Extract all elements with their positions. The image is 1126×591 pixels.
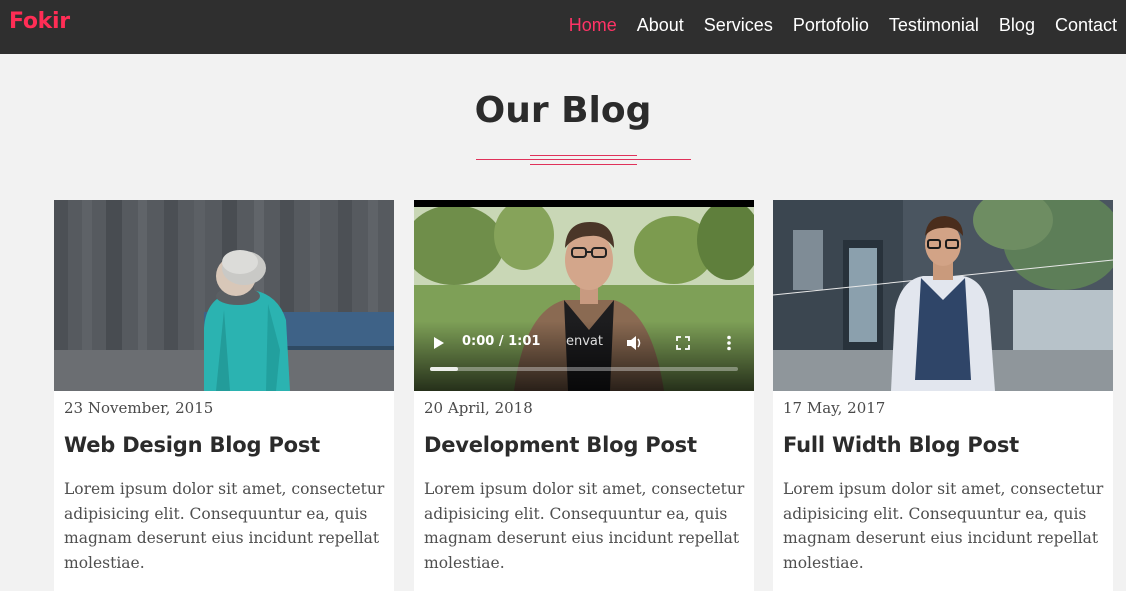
nav-item-portofolio[interactable]: Portofolio bbox=[793, 15, 869, 36]
blog-card: 0:00 / 1:01 envat 20 April, 2018 Develop… bbox=[414, 200, 754, 591]
nav-item-services[interactable]: Services bbox=[704, 15, 773, 36]
post-date: 17 May, 2017 bbox=[783, 399, 886, 417]
video-top-bar bbox=[414, 200, 754, 207]
more-options-icon[interactable] bbox=[726, 335, 732, 351]
section-title: Our Blog bbox=[474, 90, 652, 131]
post-image bbox=[773, 200, 1113, 391]
divider-line-bottom bbox=[530, 164, 637, 165]
blog-card: 23 November, 2015 Web Design Blog Post L… bbox=[54, 200, 394, 591]
woman-in-teal-jacket-photo[interactable] bbox=[54, 200, 394, 391]
video-time: 0:00 / 1:01 bbox=[462, 334, 541, 349]
post-excerpt: Lorem ipsum dolor sit amet, consectetur … bbox=[64, 480, 385, 572]
post-image bbox=[54, 200, 394, 391]
post-date: 20 April, 2018 bbox=[424, 399, 533, 417]
blog-card: 17 May, 2017 Full Width Blog Post Lorem … bbox=[773, 200, 1113, 591]
nav-item-blog[interactable]: Blog bbox=[999, 15, 1035, 36]
post-excerpt: Lorem ipsum dolor sit amet, consectetur … bbox=[783, 480, 1104, 572]
video-controls bbox=[414, 321, 754, 391]
nav-item-testimonial[interactable]: Testimonial bbox=[889, 15, 979, 36]
play-icon[interactable] bbox=[432, 335, 446, 351]
post-excerpt: Lorem ipsum dolor sit amet, consectetur … bbox=[424, 480, 745, 572]
nav-item-about[interactable]: About bbox=[637, 15, 684, 36]
top-navbar: Fokir Home About Services Portofolio Tes… bbox=[0, 0, 1126, 54]
video-watermark: envat bbox=[566, 334, 603, 349]
volume-icon[interactable] bbox=[625, 334, 643, 352]
post-title[interactable]: Full Width Blog Post bbox=[783, 433, 1019, 457]
title-divider bbox=[476, 154, 691, 168]
nav-item-contact[interactable]: Contact bbox=[1055, 15, 1117, 36]
man-talking-video[interactable]: 0:00 / 1:01 envat bbox=[414, 200, 754, 391]
post-title[interactable]: Web Design Blog Post bbox=[64, 433, 320, 457]
nav-item-home[interactable]: Home bbox=[569, 15, 617, 36]
fullscreen-icon[interactable] bbox=[675, 335, 691, 351]
divider-line-middle bbox=[476, 159, 691, 160]
brand-logo[interactable]: Fokir bbox=[9, 9, 70, 34]
divider-line-top bbox=[530, 155, 637, 156]
man-in-vest-street-photo[interactable] bbox=[773, 200, 1113, 391]
video-progress-bar[interactable] bbox=[430, 367, 738, 371]
post-date: 23 November, 2015 bbox=[64, 399, 214, 417]
video-progress-fill bbox=[430, 367, 458, 371]
post-title[interactable]: Development Blog Post bbox=[424, 433, 697, 457]
main-nav: Home About Services Portofolio Testimoni… bbox=[549, 15, 1117, 36]
